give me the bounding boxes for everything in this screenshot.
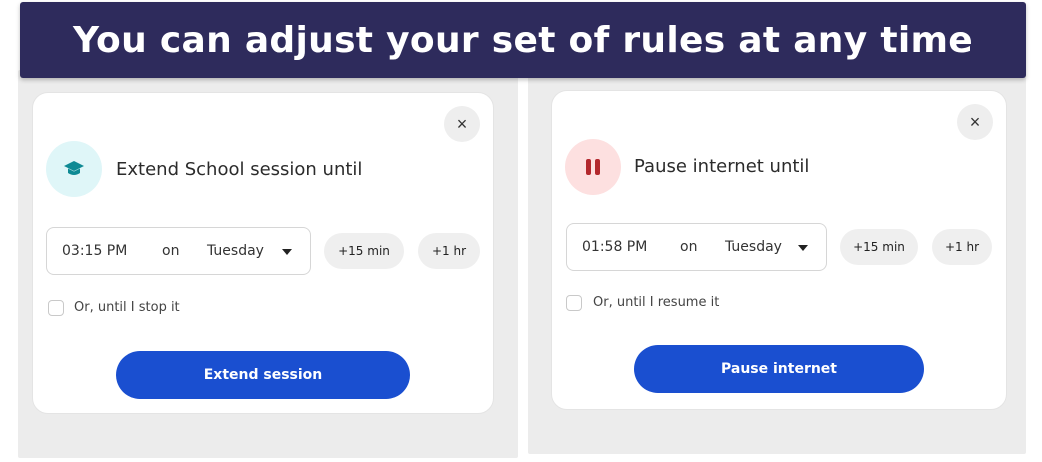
close-icon: × — [456, 113, 468, 134]
pause-internet-card: × Pause internet until 01:58 PM on Tuesd… — [551, 90, 1007, 410]
close-button[interactable]: × — [957, 104, 993, 140]
close-icon: × — [969, 111, 981, 132]
date-time-selector[interactable]: 01:58 PM on Tuesday — [566, 223, 827, 271]
until-stop-label: Or, until I stop it — [74, 300, 180, 315]
close-button[interactable]: × — [444, 106, 480, 142]
graduation-cap-icon — [46, 141, 102, 197]
extend-session-button[interactable]: Extend session — [116, 351, 410, 399]
on-label: on — [680, 239, 698, 255]
chevron-down-icon[interactable] — [798, 245, 808, 251]
card-heading: Extend School session until — [116, 159, 363, 180]
day-select[interactable]: Tuesday — [725, 239, 782, 255]
card-heading: Pause internet until — [634, 156, 810, 177]
time-value[interactable]: 01:58 PM — [582, 239, 647, 255]
add-1-hr-button[interactable]: +1 hr — [418, 233, 480, 269]
chevron-down-icon[interactable] — [282, 249, 292, 255]
add-1-hr-button[interactable]: +1 hr — [932, 229, 992, 265]
date-time-selector[interactable]: 03:15 PM on Tuesday — [46, 227, 311, 275]
until-stop-checkbox[interactable] — [48, 300, 64, 316]
time-value[interactable]: 03:15 PM — [62, 243, 127, 259]
add-15-min-button[interactable]: +15 min — [840, 229, 918, 265]
banner-title: You can adjust your set of rules at any … — [20, 2, 1026, 78]
day-select[interactable]: Tuesday — [207, 243, 264, 259]
extend-session-card: × Extend School session until 03:15 PM o… — [32, 92, 494, 414]
until-resume-label: Or, until I resume it — [593, 295, 720, 310]
pause-internet-button[interactable]: Pause internet — [634, 345, 924, 393]
add-15-min-button[interactable]: +15 min — [324, 233, 404, 269]
until-resume-checkbox[interactable] — [566, 295, 582, 311]
pause-icon — [565, 139, 621, 195]
on-label: on — [162, 243, 180, 259]
